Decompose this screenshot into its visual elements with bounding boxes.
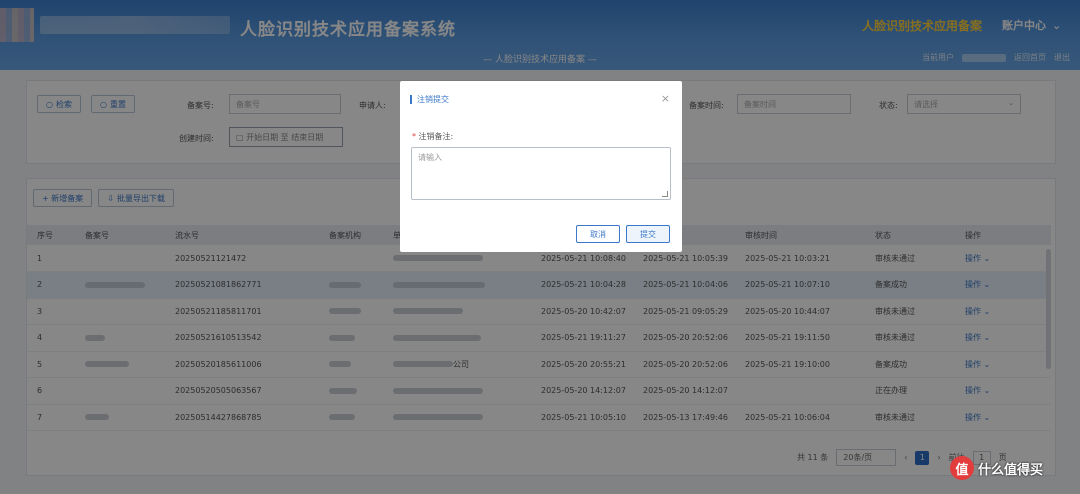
remark-placeholder: 请输入 (418, 153, 442, 162)
submit-button[interactable]: 提交 (626, 225, 670, 243)
dialog-title: 注销提交 (410, 95, 449, 104)
corner-watermark: 值 什么值得买 (950, 456, 1043, 480)
site-logo-icon: 值 (950, 456, 974, 480)
required-mark: * (412, 132, 416, 141)
cancel-submit-dialog: 注销提交 × * 注销备注: 请输入 取消 提交 (400, 81, 682, 252)
remark-label: * 注销备注: (412, 131, 453, 142)
site-name: 什么值得买 (978, 462, 1044, 478)
resize-handle-icon[interactable] (662, 191, 668, 197)
remark-textarea[interactable]: 请输入 (411, 147, 671, 200)
close-icon[interactable]: × (661, 92, 670, 105)
remark-label-text: 注销备注: (418, 132, 454, 141)
cancel-button[interactable]: 取消 (576, 225, 620, 243)
